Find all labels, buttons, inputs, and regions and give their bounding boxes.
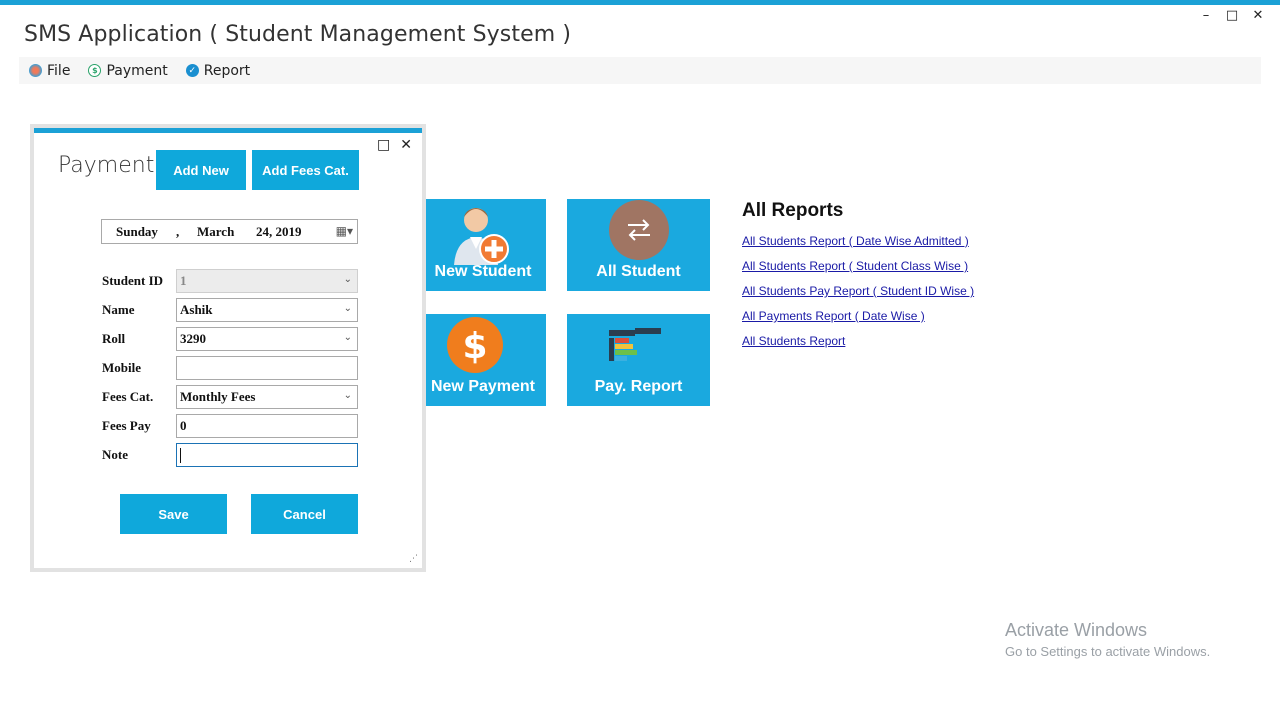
report-link-all-students[interactable]: All Students Report xyxy=(742,334,974,349)
date-day-year: 24, 2019 xyxy=(256,223,302,239)
maximize-button[interactable]: □ xyxy=(1222,6,1242,24)
reports-title: All Reports xyxy=(742,200,844,221)
tile-all-student-label: All Student xyxy=(596,263,681,280)
add-new-button[interactable]: Add New xyxy=(156,150,246,190)
text-cursor xyxy=(180,447,181,463)
minimize-button[interactable]: – xyxy=(1196,6,1216,24)
student-id-select: 1 ⌄ xyxy=(176,269,358,293)
name-select[interactable]: Ashik ⌄ xyxy=(176,298,358,322)
note-input[interactable] xyxy=(176,443,358,467)
menu-file-label: File xyxy=(47,62,71,79)
activation-watermark: Activate Windows Go to Settings to activ… xyxy=(1005,620,1210,659)
chevron-down-icon: ⌄ xyxy=(343,390,352,401)
fees-pay-label: Fees Pay xyxy=(102,418,151,433)
add-fees-cat-button[interactable]: Add Fees Cat. xyxy=(252,150,359,190)
report-link-payments-date-wise[interactable]: All Payments Report ( Date Wise ) xyxy=(742,309,974,324)
roll-label: Roll xyxy=(102,331,126,346)
report-link-pay-student-id[interactable]: All Students Pay Report ( Student ID Wis… xyxy=(742,284,974,299)
add-student-icon xyxy=(454,208,509,265)
fees-cat-value: Monthly Fees xyxy=(180,389,256,404)
menu-file[interactable]: File xyxy=(29,63,70,79)
tile-all-student[interactable]: All Student xyxy=(567,199,710,291)
name-label: Name xyxy=(102,302,135,317)
chevron-down-icon: ⌄ xyxy=(343,303,352,314)
menu-payment-label: Payment xyxy=(106,62,168,79)
roll-select[interactable]: 3290 ⌄ xyxy=(176,327,358,351)
resize-grip-icon[interactable]: ⋰ xyxy=(409,554,418,564)
note-label: Note xyxy=(102,447,128,462)
tile-pay-report-label: Pay. Report xyxy=(594,378,683,395)
student-id-label: Student ID xyxy=(102,273,164,288)
dollar-icon: $ xyxy=(447,317,503,373)
payment-icon: $ xyxy=(88,64,102,77)
student-id-value: 1 xyxy=(180,273,187,288)
refresh-icon xyxy=(609,200,669,260)
tile-new-payment-label: New Payment xyxy=(430,378,536,395)
payment-dialog: □ ✕ Payment Add New Add Fees Cat. Sunday… xyxy=(34,128,422,568)
tile-new-student-label: New Student xyxy=(434,263,532,280)
roll-value: 3290 xyxy=(180,331,206,346)
fees-cat-select[interactable]: Monthly Fees ⌄ xyxy=(176,385,358,409)
window-top-border xyxy=(0,0,1280,5)
cancel-button[interactable]: Cancel xyxy=(251,494,358,534)
reports-panel: All Reports All Students Report ( Date W… xyxy=(742,200,974,359)
menu-report-label: Report xyxy=(203,62,251,79)
date-day: Sunday xyxy=(116,223,158,239)
report-chart-icon xyxy=(609,328,661,361)
calendar-icon[interactable]: ▦▾ xyxy=(336,224,353,239)
chevron-down-icon: ⌄ xyxy=(343,332,352,343)
close-button[interactable]: ✕ xyxy=(1248,6,1268,24)
mobile-input[interactable] xyxy=(176,356,358,380)
dialog-controls: □ ✕ xyxy=(377,137,412,153)
svg-text:$: $ xyxy=(462,326,487,367)
window-controls: – □ ✕ xyxy=(1196,6,1268,24)
menu-bar: File $ Payment ✓ Report xyxy=(19,57,1261,84)
fees-cat-label: Fees Cat. xyxy=(102,389,154,404)
tile-pay-report[interactable]: Pay. Report xyxy=(567,314,710,406)
report-icon: ✓ xyxy=(185,64,199,77)
save-button[interactable]: Save xyxy=(120,494,227,534)
menu-report[interactable]: ✓ Report xyxy=(185,62,251,79)
dialog-title: Payment xyxy=(58,153,155,178)
date-month: March xyxy=(197,223,235,239)
report-link-date-wise-admitted[interactable]: All Students Report ( Date Wise Admitted… xyxy=(742,234,974,249)
watermark-line1: Activate Windows xyxy=(1005,620,1148,640)
date-comma: , xyxy=(176,223,180,239)
dialog-maximize-button[interactable]: □ xyxy=(377,137,390,153)
mobile-label: Mobile xyxy=(102,360,141,375)
tile-new-payment[interactable]: $ New Payment xyxy=(420,314,546,406)
tile-new-student[interactable]: New Student xyxy=(420,199,546,291)
file-icon xyxy=(29,64,42,77)
date-picker[interactable]: Sunday , March 24, 2019 ▦▾ xyxy=(101,219,358,244)
report-link-class-wise[interactable]: All Students Report ( Student Class Wise… xyxy=(742,259,974,274)
chevron-down-icon: ⌄ xyxy=(343,274,352,285)
menu-payment[interactable]: $ Payment xyxy=(88,62,168,79)
fees-pay-value: 0 xyxy=(180,418,187,433)
watermark-line2: Go to Settings to activate Windows. xyxy=(1005,644,1211,659)
name-value: Ashik xyxy=(180,302,213,317)
dialog-close-button[interactable]: ✕ xyxy=(400,137,412,153)
app-title: SMS Application ( Student Management Sys… xyxy=(24,22,572,47)
fees-pay-input[interactable]: 0 xyxy=(176,414,358,438)
